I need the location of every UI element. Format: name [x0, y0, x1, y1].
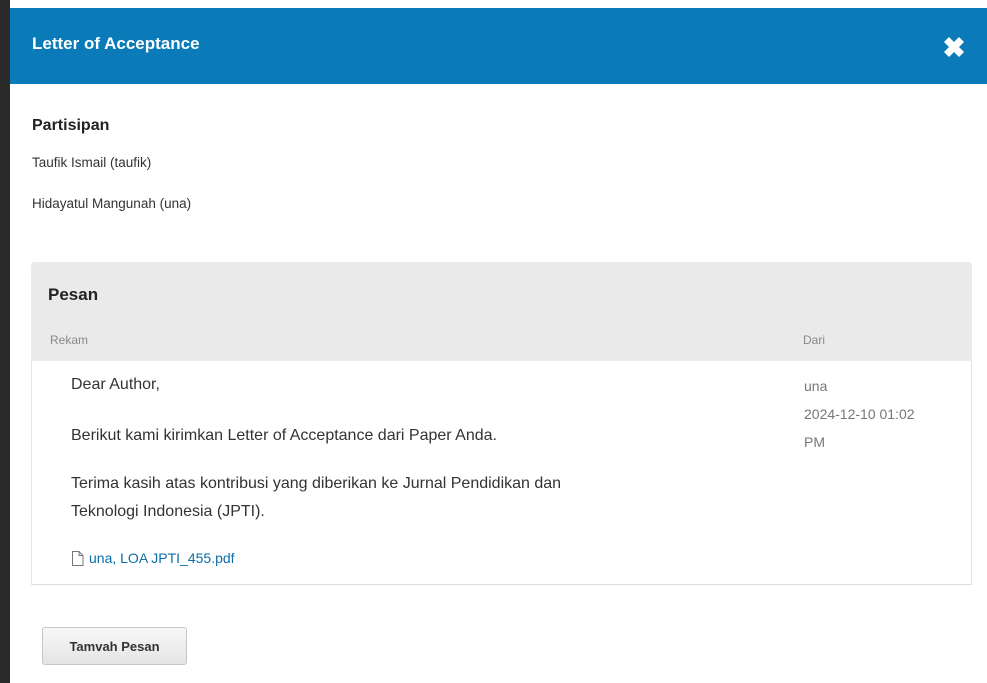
message-line: Dear Author,: [71, 376, 160, 393]
participant-item: Hidayatul Mangunah (una): [32, 196, 192, 211]
add-message-button[interactable]: Tamvah Pesan: [42, 627, 187, 665]
message-line: Teknologi Indonesia (JPTI).: [71, 503, 265, 520]
message-row: Dear Author, Berikut kami kirimkan Lette…: [31, 361, 972, 585]
column-header-record: Rekam: [50, 333, 89, 347]
participants-heading: Partisipan: [32, 117, 110, 134]
modal-header: Letter of Acceptance: [10, 8, 987, 84]
message-line: Berikut kami kirimkan Letter of Acceptan…: [71, 427, 497, 444]
attachment-filename: una, LOA JPTI_455.pdf: [89, 550, 235, 566]
close-icon[interactable]: [941, 34, 967, 60]
message-line: Terima kasih atas kontribusi yang diberi…: [71, 475, 562, 492]
message-time: PM: [804, 434, 825, 450]
file-icon: [72, 550, 84, 566]
modal-title: Letter of Acceptance: [32, 34, 200, 53]
participant-item: Taufik Ismail (taufik): [32, 155, 152, 170]
column-header-from: Dari: [803, 333, 826, 347]
messages-panel: Pesan Rekam Dari Dear Author, Berikut ka…: [31, 262, 972, 585]
letter-of-acceptance-modal: Letter of Acceptance Partisipan Taufik I…: [0, 0, 987, 683]
messages-heading: Pesan: [48, 285, 99, 304]
message-date: 2024-12-10 01:02: [804, 406, 915, 422]
message-sender: una: [804, 378, 828, 394]
attachment-link[interactable]: una, LOA JPTI_455.pdf: [71, 550, 235, 566]
